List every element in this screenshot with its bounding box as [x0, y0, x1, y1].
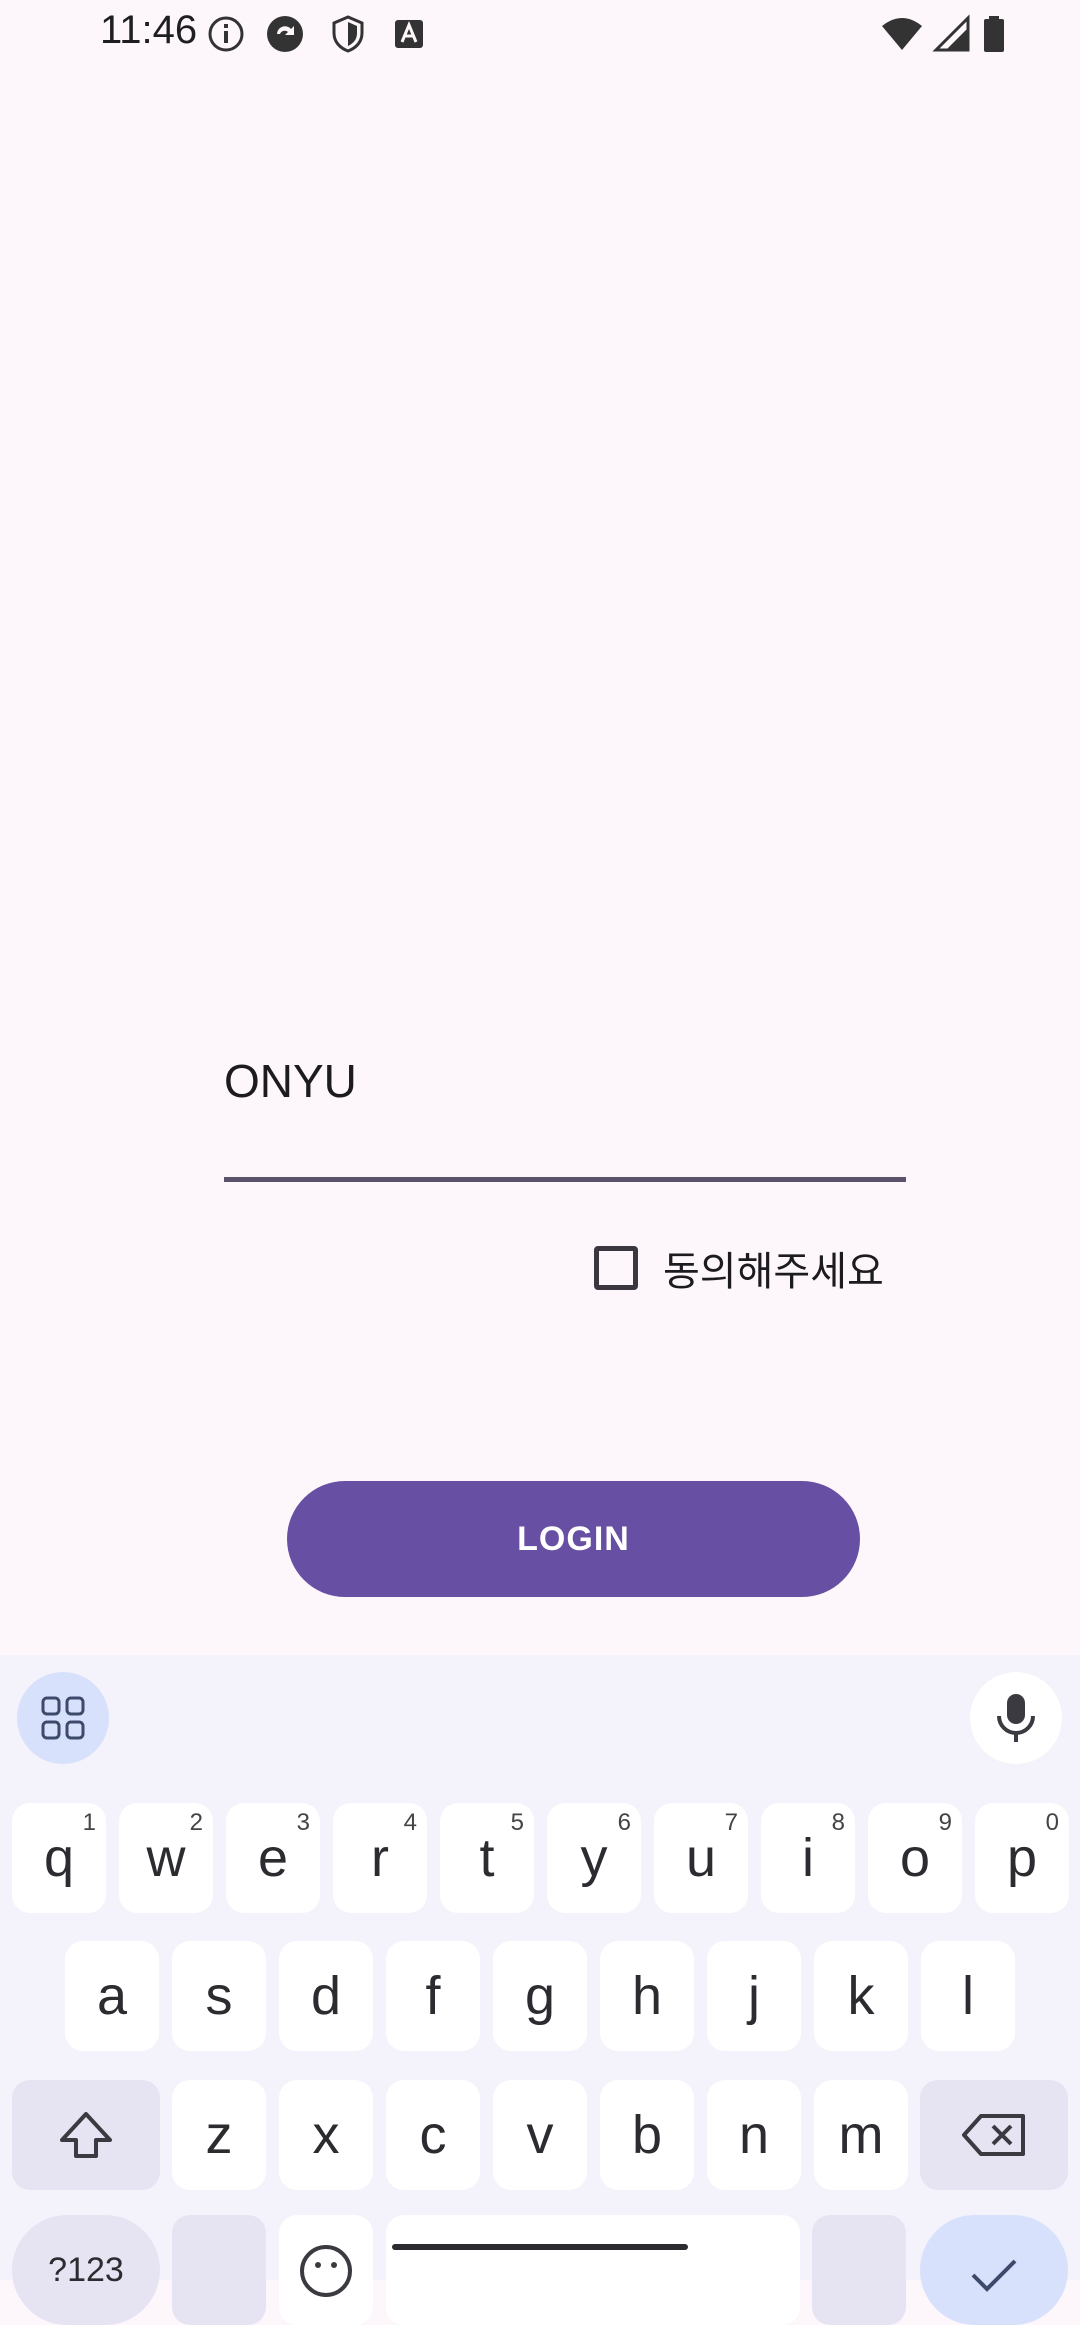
key-b[interactable]: b [600, 2080, 694, 2190]
key-hint: 9 [938, 1809, 952, 1836]
emoji-icon [300, 2245, 352, 2297]
shift-key[interactable] [12, 2080, 160, 2190]
key-hint: 4 [403, 1809, 417, 1836]
shift-icon [60, 2112, 112, 2158]
key-s[interactable]: s [172, 1941, 266, 2051]
key-label: o [899, 1828, 931, 1888]
key-label: q [43, 1828, 75, 1888]
symbols-key[interactable]: ?123 [12, 2215, 160, 2325]
key-label: r [371, 1828, 389, 1888]
agree-checkbox-row[interactable]: 동의해주세요 [594, 1242, 884, 1295]
key-f[interactable]: f [386, 1941, 480, 2051]
key-label: y [580, 1828, 608, 1888]
period-key[interactable] [812, 2215, 906, 2325]
key-hint: 6 [617, 1809, 631, 1836]
keyboard-a-icon [395, 20, 423, 48]
key-j[interactable]: j [707, 1941, 801, 2051]
key-l[interactable]: l [921, 1941, 1015, 2051]
comma-key[interactable] [172, 2215, 266, 2325]
done-key[interactable] [920, 2215, 1068, 2325]
key-label: w [146, 1828, 186, 1888]
key-e[interactable]: e3 [226, 1803, 320, 1913]
key-hint: 0 [1045, 1809, 1059, 1836]
shield-icon [332, 15, 364, 53]
info-icon [208, 16, 244, 52]
voice-input-button[interactable] [970, 1672, 1062, 1764]
key-w[interactable]: w2 [119, 1803, 213, 1913]
key-q[interactable]: q1 [12, 1803, 106, 1913]
key-hint: 2 [189, 1809, 203, 1836]
home-indicator[interactable] [392, 2244, 688, 2250]
key-hint: 1 [82, 1809, 96, 1836]
key-a[interactable]: a [65, 1941, 159, 2051]
key-g[interactable]: g [493, 1941, 587, 2051]
microphone-icon [997, 1694, 1035, 1742]
status-bar: 11:46 [0, 0, 1080, 70]
grid-icon [41, 1696, 85, 1740]
key-hint: 7 [724, 1809, 738, 1836]
name-input-value: ONYU [224, 1055, 357, 1107]
key-y[interactable]: y6 [547, 1803, 641, 1913]
agree-label: 동의해주세요 [663, 1249, 884, 1295]
battery-icon [984, 16, 1004, 52]
key-t[interactable]: t5 [440, 1803, 534, 1913]
key-hint: 5 [510, 1809, 524, 1836]
key-u[interactable]: u7 [654, 1803, 748, 1913]
signal-icon [932, 14, 970, 52]
key-hint: 8 [831, 1809, 845, 1836]
key-label: e [257, 1828, 289, 1888]
key-o[interactable]: o9 [868, 1803, 962, 1913]
space-key[interactable] [386, 2215, 800, 2325]
key-label: u [685, 1828, 717, 1888]
sync-icon [267, 16, 303, 52]
login-button[interactable]: LOGIN [287, 1481, 860, 1597]
key-k[interactable]: k [814, 1941, 908, 2051]
checkmark-icon [971, 2259, 1017, 2292]
key-z[interactable]: z [172, 2080, 266, 2190]
emoji-key[interactable] [279, 2215, 373, 2325]
status-time: 11:46 [100, 8, 198, 52]
key-label: i [802, 1828, 814, 1888]
key-m[interactable]: m [814, 2080, 908, 2190]
key-label: t [479, 1828, 495, 1888]
keyboard-apps-button[interactable] [17, 1672, 109, 1764]
key-i[interactable]: i8 [761, 1803, 855, 1913]
key-d[interactable]: d [279, 1941, 373, 2051]
key-c[interactable]: c [386, 2080, 480, 2190]
key-label: p [1006, 1828, 1038, 1888]
soft-keyboard: q1w2e3r4t5y6u7i8o9p0 asdfghjkl zxcvbnm ?… [0, 1655, 1080, 2325]
key-n[interactable]: n [707, 2080, 801, 2190]
wifi-icon [882, 18, 922, 50]
backspace-key[interactable] [920, 2080, 1068, 2190]
name-input[interactable]: ONYU [224, 1040, 906, 1182]
key-r[interactable]: r4 [333, 1803, 427, 1913]
key-p[interactable]: p0 [975, 1803, 1069, 1913]
key-hint: 3 [296, 1809, 310, 1836]
key-x[interactable]: x [279, 2080, 373, 2190]
key-h[interactable]: h [600, 1941, 694, 2051]
agree-checkbox[interactable] [594, 1246, 638, 1290]
backspace-icon [962, 2114, 1025, 2156]
key-v[interactable]: v [493, 2080, 587, 2190]
